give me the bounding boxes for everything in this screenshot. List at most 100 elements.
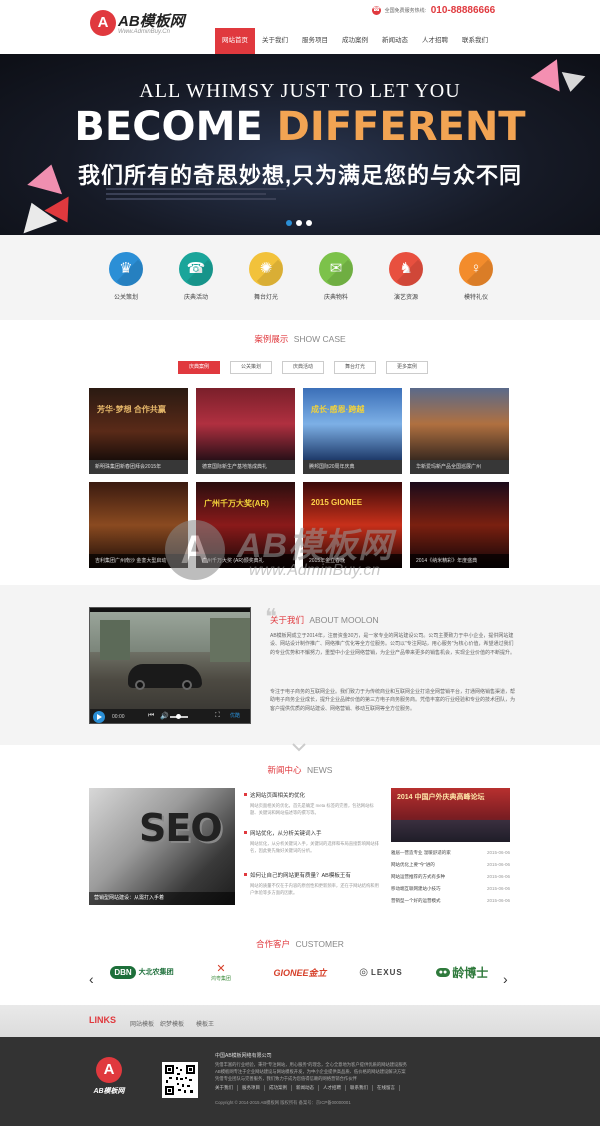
slider-dot[interactable] (306, 220, 312, 226)
case-image-text: 芳华·梦想 合作共赢 (97, 405, 166, 414)
partner-logo-dbn[interactable]: DBN 大北农集团 (106, 960, 178, 984)
news-item[interactable]: 网站优化，从分析关键词入手 网站优化，从分析关键词入手，关键词的选择和布局直接影响… (244, 829, 380, 854)
footer-nav-link[interactable]: 新闻动态 (292, 1085, 319, 1091)
partners-title-cn: 合作客户 (256, 939, 291, 949)
footer-nav-link[interactable]: 服务项目 (238, 1085, 265, 1091)
service-label: 模特礼仪 (463, 295, 488, 301)
news-right-title: 网站运营推荐的方式有多种 (391, 874, 445, 879)
site-logo[interactable]: A AB模板网 Www.AdminBuy.Cn (90, 10, 200, 42)
phone-icon: ☎ (372, 6, 381, 15)
case-item[interactable]: 广州千万大奖(AR) 广州千万大奖 (AR)颁奖典礼 (196, 482, 295, 568)
case-item[interactable]: 成长·感恩·跨越 腾邦国际20周年庆典 (303, 388, 402, 474)
banner-big-title: BECOME DIFFERENT (0, 104, 600, 150)
footer-nav-link[interactable]: 在线留言 (373, 1085, 400, 1091)
nav-item[interactable]: 成功案例 (335, 28, 375, 54)
footer-copyright: Copyright © 2014-2015 AB模板网 版权所有 备案号：京IC… (215, 1100, 351, 1105)
footer-nav-link[interactable]: 人才招聘 (319, 1085, 346, 1091)
service-item[interactable]: ♛ 公关策划 (106, 252, 146, 301)
news-item[interactable]: 这网站页面相关的优化 网站页面相关的优化，首先是确定 meta 标签的完善，包括网… (244, 791, 380, 816)
nav-item[interactable]: 关于我们 (255, 28, 295, 54)
play-button[interactable] (93, 711, 105, 723)
case-caption: 吉利集团广州南沙 金銮大型启动 (89, 554, 188, 568)
service-item[interactable]: ♀ 模特礼仪 (456, 252, 496, 301)
slider-dot[interactable] (286, 220, 292, 226)
nav-item[interactable]: 联系我们 (455, 28, 495, 54)
volume-knob[interactable] (176, 714, 181, 719)
news-title-cn: 新闻中心 (267, 765, 302, 775)
news-right-item[interactable]: 移动端互联网建站小技巧 2015-06-06 (391, 886, 510, 892)
footer-logo-mark: A (96, 1057, 122, 1083)
friend-link[interactable]: 织梦模板 (160, 1019, 184, 1028)
service-item[interactable]: ♞ 演艺资源 (386, 252, 426, 301)
news-right-item[interactable]: 营销型一个好的运营模式 2015-06-06 (391, 898, 510, 904)
case-item[interactable]: 华新爱玛新产品全国巡展广州 (410, 388, 509, 474)
chevron-down-icon[interactable] (291, 742, 307, 752)
case-tab[interactable]: 庆典案例 (178, 361, 220, 374)
footer-line: 凭借丰富的行业经验，秉持“专注网站，用心服务”的理念，全心全意地为客户提供优质的… (215, 1062, 407, 1067)
news-item[interactable]: 如何让自己的网站更有质量？AB模板王有 网站的质量不仅在于内容的原创性和更新频率，… (244, 871, 380, 896)
partner-logo-lingboshi[interactable]: ●● 龄博士 (426, 960, 498, 984)
partners-title-en: CUSTOMER (295, 939, 344, 949)
case-tab[interactable]: 更多案例 (386, 361, 428, 374)
case-image (196, 388, 295, 460)
footer-nav: 关于我们 服务项目 成功案例 新闻动态 人才招聘 联系我们 在线留言 (215, 1085, 400, 1091)
case-tab[interactable]: 公关策划 (230, 361, 272, 374)
phone-icon: ☎ (179, 252, 213, 286)
case-item[interactable]: 2014《纳米精彩》年度盛典 (410, 482, 509, 568)
news-item-title: 如何让自己的网站更有质量？AB模板王有 (244, 871, 380, 879)
news-right-image[interactable]: 2014 中国户外庆典高峰论坛 (391, 788, 510, 842)
stage-light-icon: ✺ (249, 252, 283, 286)
news-right-item[interactable]: 雅居—营造专业 温暖舒适的家 2015-06-06 (391, 850, 510, 856)
case-caption: 腾邦国际20周年庆典 (303, 460, 402, 474)
case-item[interactable]: 德意国际新生产基地落成典礼 (196, 388, 295, 474)
service-label: 庆典物料 (323, 295, 348, 301)
footer-nav-link[interactable]: 关于我们 (215, 1085, 238, 1091)
footer-line: AB模板网专注于企业网站建设与网站模板开发，为中小企业提供高品质、低价格的网站建… (215, 1069, 406, 1074)
footer-nav-link[interactable]: 联系我们 (346, 1085, 373, 1091)
nav-item[interactable]: 人才招聘 (415, 28, 455, 54)
video-frame (90, 612, 250, 709)
slider-dot[interactable] (296, 220, 302, 226)
news-featured[interactable]: SEO 营销型网站建设：从需打入手着 (89, 788, 235, 905)
volume-icon[interactable]: 🔊 (160, 712, 169, 720)
banner-chinese-slogan: 我们所有的奇思妙想,只为满足您的与众不同 (77, 163, 523, 188)
footer-line: 凭借专业团队与完善服务，我们致力于成为您值得信赖的网络营销合作伙伴 (215, 1076, 357, 1081)
about-paragraph: AB模板网成立于2014年，注册资金30万，是一家专业的网站建设公司。公司主要致… (270, 633, 516, 656)
hero-banner: ALL WHIMSY JUST TO LET YOU BECOME DIFFER… (0, 54, 600, 235)
service-label: 庆典活动 (183, 295, 208, 301)
next-arrow-icon[interactable]: › (503, 971, 508, 987)
video-player[interactable]: 00:00 ⏮ 🔊 ⛶ 优酷 (89, 607, 251, 724)
partner-logo-gionee[interactable]: GIONEE金立 (266, 960, 334, 984)
partner-logo-hongyue[interactable]: ✕ 鸿粤集团 (198, 960, 244, 984)
service-item[interactable]: ✺ 舞台灯光 (246, 252, 286, 301)
case-item[interactable]: 吉利集团广州南沙 金銮大型启动 (89, 482, 188, 568)
case-item[interactable]: 芳华·梦想 合作共赢 新明珠集团新春团拜会2015年 (89, 388, 188, 474)
news-right-date: 2015-06-06 (486, 886, 510, 891)
qr-code (162, 1062, 198, 1098)
friend-link[interactable]: 网站模板 (130, 1019, 154, 1028)
video-time: 00:00 (112, 714, 125, 720)
nav-item[interactable]: 服务项目 (295, 28, 335, 54)
fullscreen-icon[interactable]: ⛶ (215, 712, 220, 720)
nav-item[interactable]: 新闻动态 (375, 28, 415, 54)
footer-logo[interactable]: A AB模板网 (89, 1057, 129, 1097)
partner-logo-lexus[interactable]: ◎ LEXUS (346, 960, 416, 984)
case-tabs: 庆典案例 公关策划 庆典活动 舞台灯光 更多案例 (178, 361, 428, 374)
service-item[interactable]: ☎ 庆典活动 (176, 252, 216, 301)
friend-link[interactable]: 模板王 (196, 1019, 214, 1028)
news-item-title: 这网站页面相关的优化 (244, 791, 380, 799)
news-right-item[interactable]: 网站优化上要"今"进的 2015-06-06 (391, 862, 510, 868)
prev-arrow-icon[interactable]: ‹ (89, 971, 94, 987)
case-tab[interactable]: 舞台灯光 (334, 361, 376, 374)
news-right-date: 2015-06-06 (486, 862, 510, 867)
hotline: ☎ 全国免费服务热线: 010-88886666 (372, 5, 495, 16)
news-right-date: 2015-06-06 (486, 850, 510, 855)
footer-nav-link[interactable]: 成功案例 (265, 1085, 292, 1091)
nav-item[interactable]: 网站首页 (215, 28, 255, 54)
news-right-item[interactable]: 网站运营推荐的方式有多种 2015-06-06 (391, 874, 510, 880)
service-item[interactable]: ✉ 庆典物料 (316, 252, 356, 301)
prev-icon[interactable]: ⏮ (148, 712, 154, 720)
case-item[interactable]: 2015 GIONEE 2015年金立春晚 (303, 482, 402, 568)
service-label: 舞台灯光 (253, 295, 278, 301)
case-tab[interactable]: 庆典活动 (282, 361, 324, 374)
